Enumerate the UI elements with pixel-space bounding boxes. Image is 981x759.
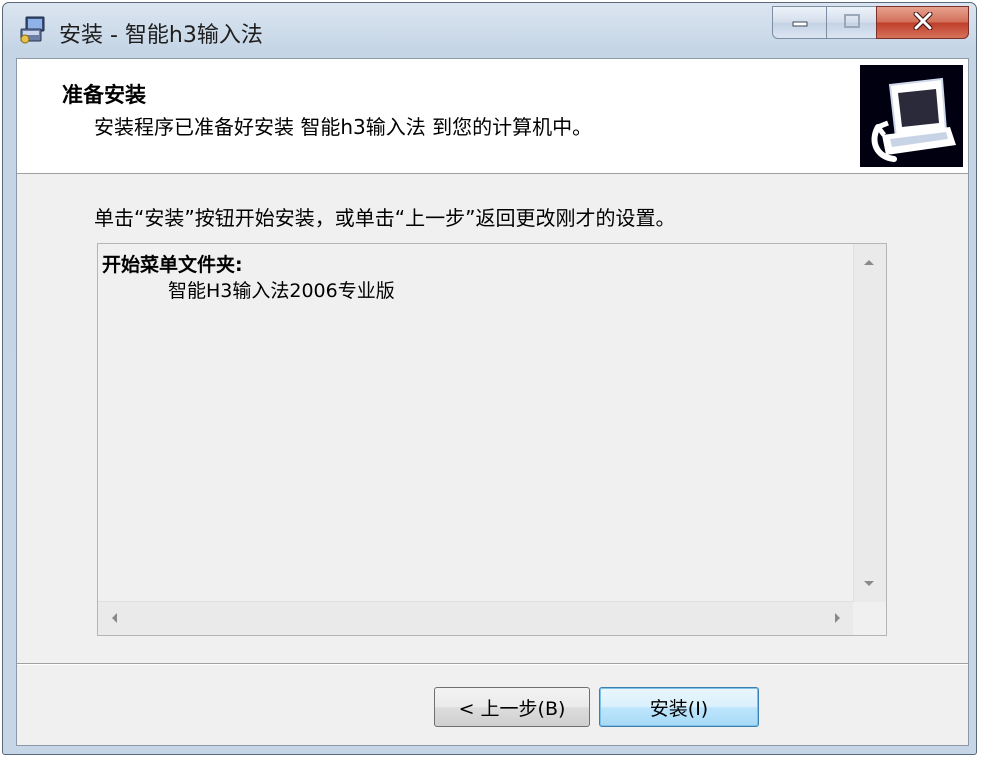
- close-icon: [912, 11, 934, 34]
- installer-window: 安装 - 智能h3输入法 准备安装 安装程序已准备好安装 智能h3输入法 到您的…: [2, 2, 977, 755]
- ready-memo[interactable]: 开始菜单文件夹: 智能H3输入法2006专业版: [97, 243, 887, 636]
- memo-value: 智能H3输入法2006专业版: [168, 280, 395, 302]
- setup-icon: [17, 15, 49, 45]
- footer-divider: [17, 663, 968, 665]
- back-button[interactable]: < 上一步(B): [434, 687, 590, 727]
- horizontal-scrollbar[interactable]: [98, 601, 854, 635]
- scroll-up-icon[interactable]: [864, 260, 874, 265]
- scroll-right-icon[interactable]: [835, 613, 840, 623]
- scroll-left-icon[interactable]: [112, 613, 117, 623]
- scroll-down-icon[interactable]: [864, 581, 874, 586]
- wizard-header: 准备安装 安装程序已准备好安装 智能h3输入法 到您的计算机中。: [17, 59, 968, 174]
- maximize-icon: [842, 13, 862, 33]
- minimize-button[interactable]: [772, 6, 827, 39]
- maximize-button[interactable]: [826, 6, 877, 39]
- scrollbar-corner: [853, 602, 886, 635]
- computer-install-icon: [860, 65, 963, 167]
- wizard-page: 准备安装 安装程序已准备好安装 智能h3输入法 到您的计算机中。 单击“安装”按…: [16, 58, 969, 746]
- minimize-icon: [790, 13, 810, 32]
- page-subtitle: 安装程序已准备好安装 智能h3输入法 到您的计算机中。: [94, 115, 593, 139]
- page-title: 准备安装: [62, 83, 146, 107]
- window-title: 安装 - 智能h3输入法: [59, 23, 263, 48]
- vertical-scrollbar[interactable]: [853, 244, 886, 602]
- install-button[interactable]: 安装(I): [599, 687, 759, 727]
- instruction-text: 单击“安装”按钮开始安装，或单击“上一步”返回更改刚才的设置。: [94, 206, 676, 230]
- caption-buttons: [772, 6, 969, 41]
- close-button[interactable]: [876, 6, 969, 39]
- memo-label: 开始菜单文件夹:: [102, 254, 243, 276]
